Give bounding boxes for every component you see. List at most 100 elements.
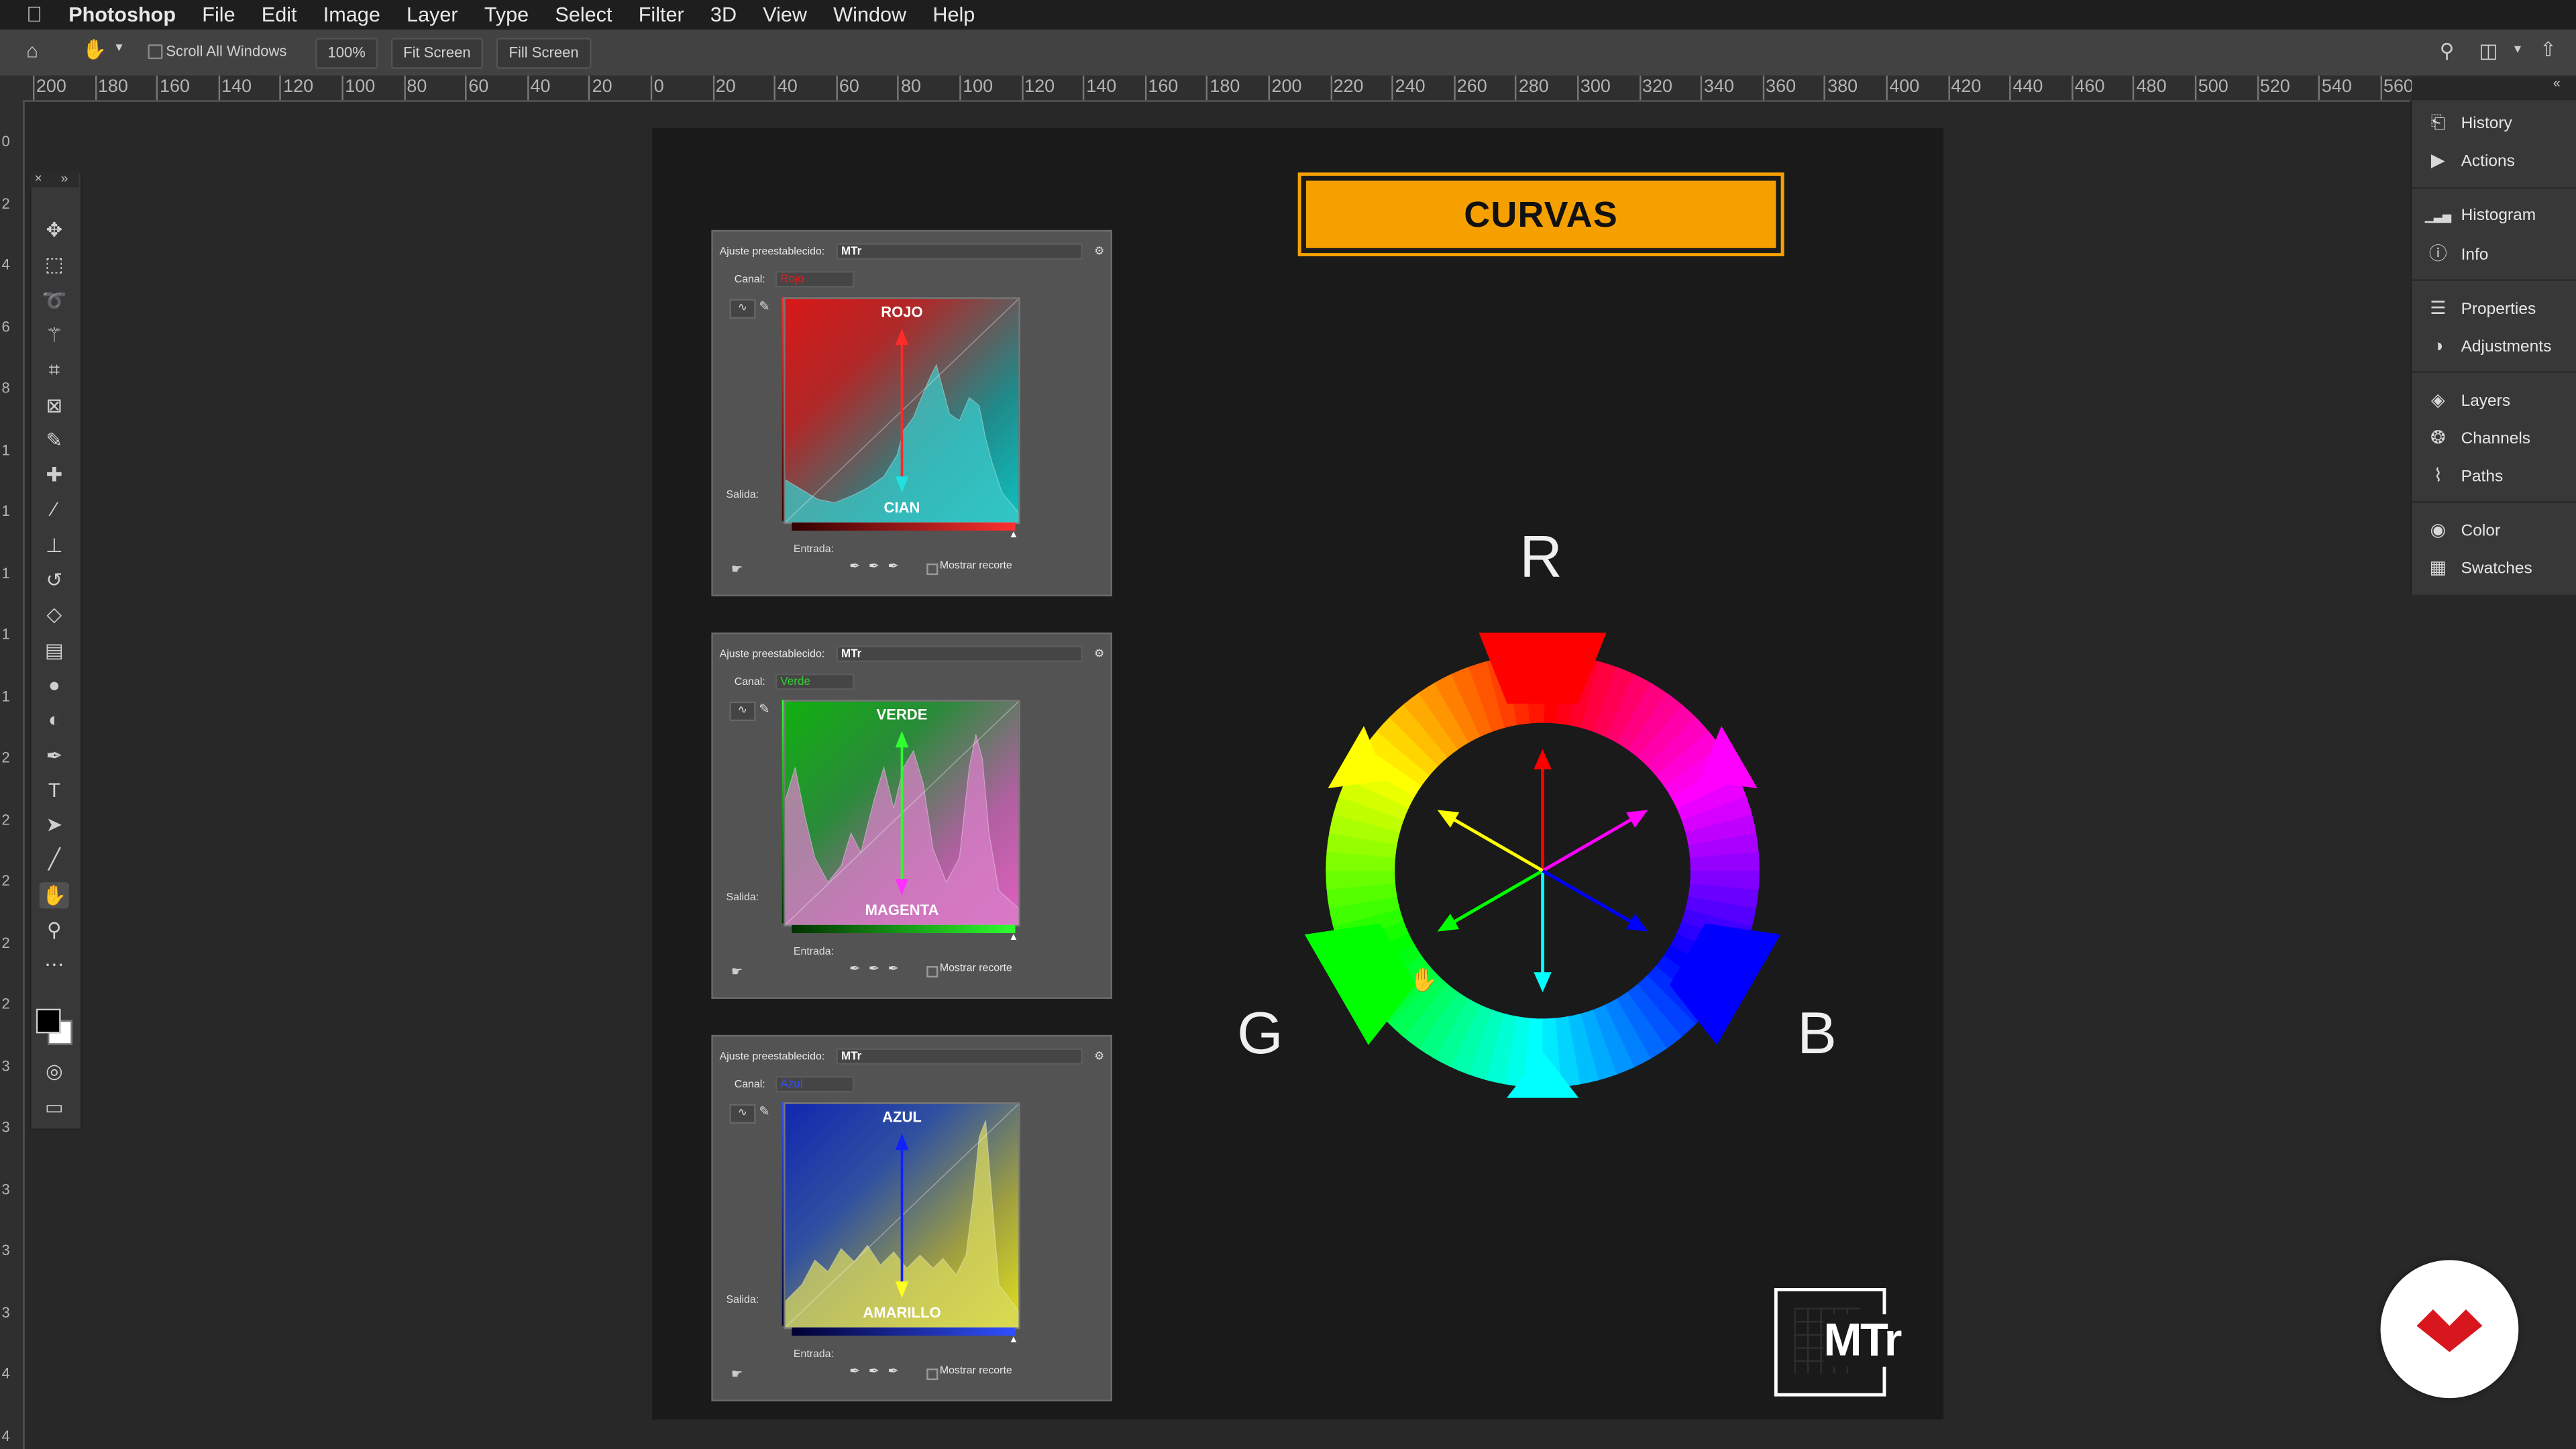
panel-item-paths[interactable]: ⌇ Paths: [2425, 462, 2504, 491]
horizontal-ruler[interactable]: 200 180 160 140 120 100 80 60 40 20 0 20 40 60 80 100 12…: [23, 75, 2412, 102]
chevron-down-icon[interactable]: ▼: [113, 43, 125, 54]
menu-view[interactable]: View: [750, 0, 820, 30]
zoom-100-button[interactable]: 100%: [315, 38, 378, 69]
panel-item-adjustments[interactable]: ◑ Adjustments: [2425, 332, 2551, 362]
hand-tool-preset-icon[interactable]: ✋: [82, 38, 107, 60]
panel-item-histogram[interactable]: ▁▃▅ Histogram: [2425, 202, 2536, 231]
frame-icon[interactable]: ⊠: [40, 392, 69, 418]
menu-app-name[interactable]: Photoshop: [56, 0, 189, 30]
close-icon[interactable]: ×: [34, 171, 42, 186]
fill-screen-button[interactable]: Fill Screen: [496, 38, 592, 69]
menu-3d[interactable]: 3D: [697, 0, 749, 30]
panel-item-actions[interactable]: ▶ Actions: [2425, 146, 2515, 176]
dodge-icon[interactable]: ◐: [40, 707, 69, 733]
curves-graph[interactable]: ROJO CIAN: [784, 297, 1020, 525]
menu-help[interactable]: Help: [920, 0, 988, 30]
workspace-chevron-icon[interactable]: ▼: [2512, 44, 2523, 56]
canal-select[interactable]: Rojo: [775, 271, 855, 288]
path-select-icon[interactable]: ➤: [40, 812, 69, 838]
pen-icon[interactable]: ✒: [40, 742, 69, 768]
panel-item-properties[interactable]: ☰ Properties: [2425, 294, 2536, 323]
brush-icon[interactable]: ⁄: [40, 497, 69, 523]
gear-icon[interactable]: ⚙: [1094, 1050, 1104, 1063]
domestika-badge[interactable]: [2380, 1260, 2519, 1399]
target-adjust-icon[interactable]: ☛: [731, 562, 743, 577]
curve-points-icon[interactable]: ∿: [729, 701, 756, 722]
history-brush-icon[interactable]: ↺: [40, 567, 69, 593]
panel-item-channels[interactable]: ❂ Channels: [2425, 424, 2530, 453]
gear-icon[interactable]: ⚙: [1094, 245, 1104, 258]
pencil-icon[interactable]: ✎: [759, 299, 769, 314]
panel-item-info[interactable]: ⓘ Info: [2425, 240, 2489, 270]
gradient-icon[interactable]: ▤: [40, 637, 69, 663]
menu-file[interactable]: File: [189, 0, 249, 30]
menu-window[interactable]: Window: [820, 0, 920, 30]
target-adjust-icon[interactable]: ☛: [731, 965, 743, 979]
canal-select[interactable]: Verde: [775, 674, 855, 690]
canal-select[interactable]: Azul: [775, 1076, 855, 1093]
crop-icon[interactable]: ⌗: [40, 357, 69, 383]
white-point-slider[interactable]: ▲: [1009, 1336, 1019, 1346]
menu-filter[interactable]: Filter: [625, 0, 697, 30]
magic-wand-icon[interactable]: ⚚: [40, 322, 69, 348]
mostrar-recorte-checkbox[interactable]: [926, 564, 938, 576]
tools-panel-header[interactable]: × »: [30, 170, 79, 188]
workspace-icon[interactable]: ◫: [2479, 40, 2498, 62]
curves-graph[interactable]: AZUL AMARILLO: [784, 1102, 1020, 1330]
healing-icon[interactable]: ✚: [40, 462, 69, 488]
curve-points-icon[interactable]: ∿: [729, 1104, 756, 1124]
menu-layer[interactable]: Layer: [393, 0, 471, 30]
curves-graph[interactable]: VERDE MAGENTA: [784, 700, 1020, 927]
expand-icon[interactable]: »: [61, 171, 68, 186]
eyedroppers-icon[interactable]: ✒✒✒: [849, 559, 907, 574]
lasso-icon[interactable]: ➰: [40, 287, 69, 313]
menu-type[interactable]: Type: [471, 0, 542, 30]
pencil-icon[interactable]: ✎: [759, 702, 769, 716]
line-icon[interactable]: ╱: [40, 847, 69, 873]
panel-item-swatches[interactable]: ▦ Swatches: [2425, 553, 2532, 583]
preset-select[interactable]: MTr: [836, 1048, 1083, 1065]
preset-select[interactable]: MTr: [836, 243, 1083, 260]
scroll-all-windows-checkbox[interactable]: [148, 44, 163, 60]
eyedroppers-icon[interactable]: ✒✒✒: [849, 961, 907, 976]
stamp-icon[interactable]: ⊥: [40, 532, 69, 558]
share-icon[interactable]: ⇧: [2540, 38, 2557, 60]
blur-icon[interactable]: ●: [40, 672, 69, 698]
gear-icon[interactable]: ⚙: [1094, 647, 1104, 660]
more-icon[interactable]: ⋯: [40, 952, 69, 978]
mostrar-recorte-checkbox[interactable]: [926, 1368, 938, 1381]
fit-screen-button[interactable]: Fit Screen: [390, 38, 484, 69]
marquee-icon[interactable]: ⬚: [40, 252, 69, 278]
type-icon[interactable]: T: [40, 777, 69, 803]
white-point-slider[interactable]: ▲: [1009, 933, 1019, 943]
canvas-artboard[interactable]: Ajuste preestablecido: MTr ⚙ Canal: Rojo ∿ ✎ RO…: [652, 128, 1944, 1419]
menu-select[interactable]: Select: [542, 0, 625, 30]
menu-edit[interactable]: Edit: [248, 0, 310, 30]
panel-item-history[interactable]: ⎗ History: [2425, 109, 2512, 138]
panel-item-color[interactable]: ◉ Color: [2425, 516, 2501, 545]
eyedroppers-icon[interactable]: ✒✒✒: [849, 1364, 907, 1379]
eraser-icon[interactable]: ◇: [40, 602, 69, 628]
hand-icon[interactable]: ✋: [39, 881, 69, 908]
apple-menu-icon[interactable]: : [0, 0, 56, 30]
pencil-icon[interactable]: ✎: [759, 1104, 769, 1119]
eyedropper-icon[interactable]: ✎: [40, 427, 69, 453]
menu-image[interactable]: Image: [310, 0, 393, 30]
ruler-corner[interactable]: [0, 75, 25, 102]
preset-select[interactable]: MTr: [836, 645, 1083, 662]
screen-mode-icon[interactable]: ▭: [40, 1094, 69, 1120]
zoom-icon[interactable]: ⚲: [40, 917, 69, 943]
white-point-slider[interactable]: ▲: [1009, 531, 1019, 541]
move-icon[interactable]: ✥: [40, 217, 69, 243]
mostrar-recorte-label: Mostrar recorte: [939, 560, 1012, 572]
quick-mask-icon[interactable]: ◎: [40, 1058, 69, 1084]
collapse-panels-icon[interactable]: «: [2553, 76, 2561, 91]
target-adjust-icon[interactable]: ☛: [731, 1367, 743, 1382]
foreground-color-swatch[interactable]: [36, 1008, 61, 1034]
mostrar-recorte-checkbox[interactable]: [926, 966, 938, 978]
panel-item-layers[interactable]: ◈ Layers: [2425, 386, 2510, 416]
vertical-ruler[interactable]: 0 2 4 6 8 1 1 1 1 1 2 2 2 2 2 3 3 3 3 3 4 4: [0, 100, 25, 1449]
curve-points-icon[interactable]: ∿: [729, 299, 756, 319]
home-icon[interactable]: ⌂: [26, 40, 38, 62]
search-icon[interactable]: ⚲: [2440, 40, 2455, 62]
